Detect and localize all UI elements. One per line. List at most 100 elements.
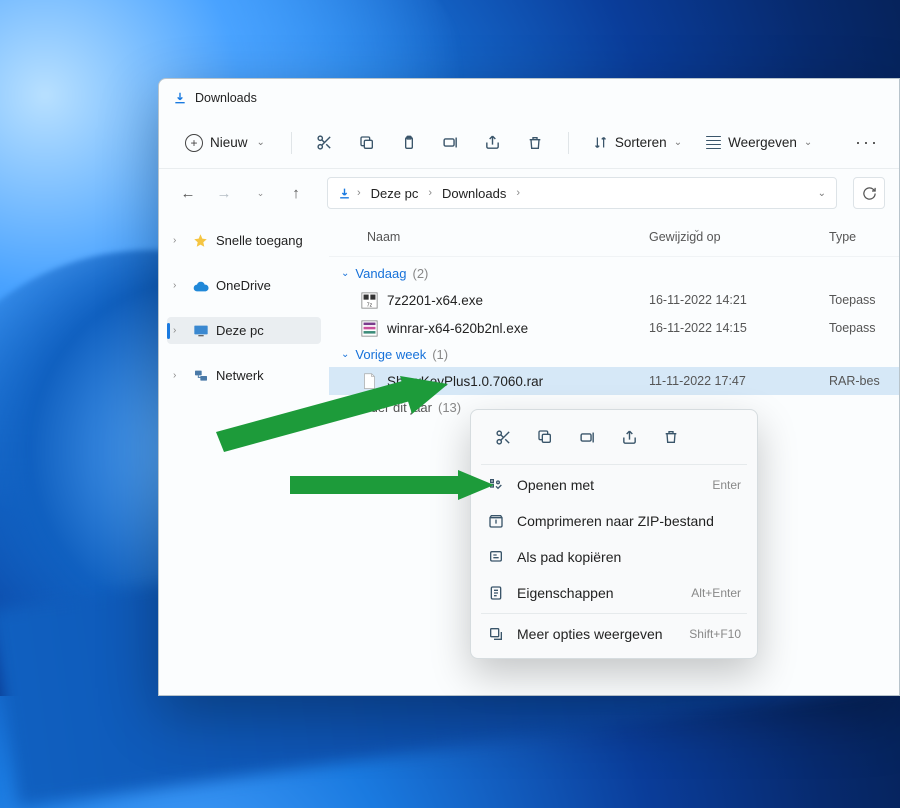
cloud-icon bbox=[192, 277, 209, 294]
downloads-icon bbox=[338, 187, 351, 200]
separator bbox=[568, 132, 569, 154]
expand-icon: › bbox=[173, 325, 185, 336]
cut-button[interactable] bbox=[306, 125, 344, 161]
properties-icon bbox=[487, 584, 505, 602]
expand-icon: › bbox=[173, 370, 185, 381]
file-date: 16-11-2022 14:15 bbox=[649, 321, 829, 335]
paste-button[interactable] bbox=[390, 125, 428, 161]
ctx-shortcut: Enter bbox=[712, 478, 741, 492]
context-menu: Openen met Enter Comprimeren naar ZIP-be… bbox=[470, 409, 758, 659]
chevron-down-icon: ⌄ bbox=[341, 268, 349, 279]
up-button[interactable]: ↑ bbox=[281, 178, 311, 208]
ctx-label: Meer opties weergeven bbox=[517, 626, 677, 642]
zip-icon bbox=[487, 512, 505, 530]
ctx-more-options[interactable]: Meer opties weergeven Shift+F10 bbox=[477, 616, 751, 652]
annotation-arrow-1 bbox=[216, 376, 466, 466]
share-button[interactable] bbox=[474, 125, 512, 161]
file-type: Toepass bbox=[829, 321, 899, 335]
sidebar-item-onedrive[interactable]: › OneDrive bbox=[167, 272, 321, 299]
chevron-down-icon: ⌄ bbox=[674, 137, 682, 148]
copy-button[interactable] bbox=[348, 125, 386, 161]
downloads-icon bbox=[173, 91, 187, 105]
file-name: 7z2201-x64.exe bbox=[387, 293, 649, 308]
file-row[interactable]: 7z 7z2201-x64.exe 16-11-2022 14:21 Toepa… bbox=[329, 286, 899, 314]
sort-button[interactable]: Sorteren ⌄ bbox=[583, 129, 692, 156]
ctx-delete-button[interactable] bbox=[651, 420, 691, 454]
group-count: (2) bbox=[412, 266, 428, 281]
file-type: RAR-bes bbox=[829, 374, 899, 388]
network-icon bbox=[192, 367, 209, 384]
breadcrumb-sep: › bbox=[357, 187, 361, 199]
ctx-compress-zip[interactable]: Comprimeren naar ZIP-bestand bbox=[477, 503, 751, 539]
column-type[interactable]: Type bbox=[829, 230, 899, 244]
separator bbox=[291, 132, 292, 154]
list-icon bbox=[706, 136, 721, 150]
sidebar-item-this-pc[interactable]: › Deze pc bbox=[167, 317, 321, 344]
breadcrumb-thispc[interactable]: Deze pc bbox=[367, 184, 423, 203]
address-dropdown[interactable]: ⌄ bbox=[818, 188, 826, 199]
monitor-icon bbox=[192, 322, 209, 339]
ctx-label: Comprimeren naar ZIP-bestand bbox=[517, 513, 741, 529]
file-type: Toepass bbox=[829, 293, 899, 307]
chevron-down-icon: ⌄ bbox=[257, 137, 265, 148]
forward-button[interactable]: → bbox=[209, 178, 239, 208]
file-name: winrar-x64-620b2nl.exe bbox=[387, 321, 649, 336]
recent-button[interactable]: ⌄ bbox=[245, 178, 275, 208]
file-date: 11-11-2022 17:47 bbox=[649, 374, 829, 388]
ctx-copy-button[interactable] bbox=[525, 420, 565, 454]
column-date[interactable]: ⌄Gewijzigd op bbox=[649, 230, 829, 244]
column-name[interactable]: Naam bbox=[357, 230, 649, 244]
sidebar-item-quick-access[interactable]: › Snelle toegang bbox=[167, 227, 321, 254]
rename-button[interactable] bbox=[432, 125, 470, 161]
group-today[interactable]: ⌄ Vandaag (2) bbox=[329, 261, 899, 286]
expand-icon: › bbox=[173, 235, 185, 246]
exe-icon: 7z bbox=[359, 291, 379, 309]
exe-icon bbox=[359, 319, 379, 337]
new-button[interactable]: + Nieuw ⌄ bbox=[173, 128, 277, 158]
group-label: Vorige week bbox=[355, 347, 426, 362]
context-toolbar bbox=[477, 416, 751, 462]
chevron-down-icon: ⌄ bbox=[341, 349, 349, 360]
ctx-properties[interactable]: Eigenschappen Alt+Enter bbox=[477, 575, 751, 611]
star-icon bbox=[192, 232, 209, 249]
navbar: ← → ⌄ ↑ › Deze pc › Downloads › ⌄ bbox=[159, 169, 899, 217]
back-button[interactable]: ← bbox=[173, 178, 203, 208]
file-row[interactable]: winrar-x64-620b2nl.exe 16-11-2022 14:15 … bbox=[329, 314, 899, 342]
new-label: Nieuw bbox=[210, 135, 248, 150]
breadcrumb-sep: › bbox=[516, 187, 520, 199]
view-button[interactable]: Weergeven ⌄ bbox=[696, 129, 822, 156]
chevron-down-icon: ⌄ bbox=[804, 137, 812, 148]
group-label: Vandaag bbox=[355, 266, 406, 281]
ctx-label: Openen met bbox=[517, 477, 700, 493]
more-options-icon bbox=[487, 625, 505, 643]
titlebar[interactable]: Downloads bbox=[159, 79, 899, 117]
ctx-cut-button[interactable] bbox=[483, 420, 523, 454]
file-date: 16-11-2022 14:21 bbox=[649, 293, 829, 307]
group-last-week[interactable]: ⌄ Vorige week (1) bbox=[329, 342, 899, 367]
breadcrumb-downloads[interactable]: Downloads bbox=[438, 184, 510, 203]
ctx-copy-path[interactable]: Als pad kopiëren bbox=[477, 539, 751, 575]
expand-icon: › bbox=[173, 280, 185, 291]
delete-button[interactable] bbox=[516, 125, 554, 161]
separator bbox=[481, 613, 747, 614]
sidebar-item-label: Snelle toegang bbox=[216, 233, 303, 248]
group-count: (1) bbox=[432, 347, 448, 362]
copy-path-icon bbox=[487, 548, 505, 566]
sidebar-item-label: Deze pc bbox=[216, 323, 264, 338]
sort-indicator-icon: ⌄ bbox=[693, 224, 701, 235]
ctx-share-button[interactable] bbox=[609, 420, 649, 454]
ctx-shortcut: Shift+F10 bbox=[689, 627, 741, 641]
more-button[interactable]: ··· bbox=[849, 128, 885, 157]
sort-label: Sorteren bbox=[615, 135, 667, 150]
column-headers: Naam ⌄Gewijzigd op Type bbox=[329, 217, 899, 257]
address-bar[interactable]: › Deze pc › Downloads › ⌄ bbox=[327, 177, 837, 209]
refresh-button[interactable] bbox=[853, 177, 885, 209]
toolbar: + Nieuw ⌄ Sorteren ⌄ Weergeven ⌄ ··· bbox=[159, 117, 899, 169]
ctx-rename-button[interactable] bbox=[567, 420, 607, 454]
view-label: Weergeven bbox=[728, 135, 797, 150]
plus-icon: + bbox=[185, 134, 203, 152]
breadcrumb-sep: › bbox=[428, 187, 432, 199]
separator bbox=[481, 464, 747, 465]
annotation-arrow-2 bbox=[290, 470, 500, 500]
ctx-open-with[interactable]: Openen met Enter bbox=[477, 467, 751, 503]
